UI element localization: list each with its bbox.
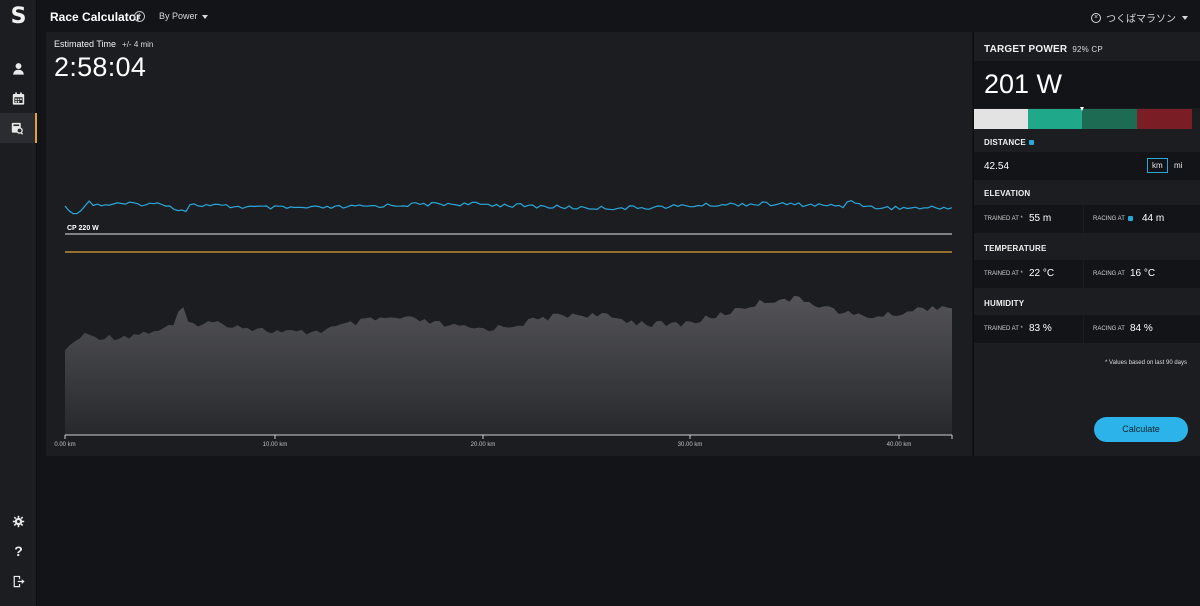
humidity-trained-value: 83 % (1029, 323, 1052, 334)
distance-value: 42.54 (984, 161, 1010, 172)
elevation-racing-label-text: RACING AT (1093, 216, 1125, 223)
race-settings-panel: TARGET POWER 92% CP 201 W DISTANCE 42.54 … (973, 32, 1200, 456)
humidity-racing-field[interactable]: RACING AT 84 % (1084, 315, 1200, 343)
distance-field[interactable]: 42.54 km mi (974, 152, 1200, 180)
nav-profile[interactable] (0, 53, 37, 83)
course-chart-panel: CP 220 W 0.00 km 10.00 km 20.00 km 30.00 km 4… (46, 32, 972, 456)
calculator-search-icon (11, 122, 24, 135)
cp-label: CP 220 W (67, 225, 99, 232)
gear-icon (12, 515, 25, 527)
estimated-time-range: +/- 4 min (122, 40, 154, 49)
x-axis-tick-label: 30.00 km (678, 442, 703, 448)
distance-heading: DISTANCE (984, 138, 1034, 147)
power-zone-1 (974, 109, 1028, 129)
distance-heading-text: DISTANCE (984, 138, 1026, 147)
power-zone-4 (1137, 109, 1192, 129)
target-power-value: 201 W (984, 69, 1063, 99)
nav-race-calculator[interactable] (0, 113, 37, 143)
x-axis-tick-label: 10.00 km (263, 442, 288, 448)
elevation-trained-field[interactable]: TRAINED AT * 55 m (974, 205, 1083, 233)
mode-dropdown-label: By Power (159, 11, 198, 21)
elevation-racing-value: 44 m (1142, 213, 1165, 224)
chevron-down-icon (1182, 15, 1188, 20)
target-power-heading-text: TARGET POWER (984, 44, 1068, 55)
temperature-trained-value: 22 °C (1029, 268, 1055, 279)
calendar-icon (12, 91, 25, 105)
target-power-heading: TARGET POWER 92% CP (984, 44, 1103, 55)
target-power-percent: 92% CP (1072, 45, 1103, 54)
power-zone-bar[interactable] (974, 109, 1192, 129)
elevation-racing-field[interactable]: RACING AT 44 m (1084, 205, 1200, 233)
logout-icon (13, 575, 25, 587)
humidity-trained-label: TRAINED AT * (984, 326, 1023, 332)
lock-icon (1127, 216, 1133, 221)
chevron-down-icon (201, 14, 208, 19)
temperature-heading: TEMPERATURE (984, 244, 1047, 253)
nav-logout[interactable] (0, 566, 37, 596)
humidity-racing-label: RACING AT (1093, 326, 1125, 332)
app-logo[interactable]: S (0, 4, 37, 32)
race-dropdown-label: つくばマラソン (1106, 14, 1176, 25)
x-axis-tick-label: 40.00 km (887, 442, 912, 448)
temperature-trained-field[interactable]: TRAINED AT * 22 °C (974, 260, 1083, 288)
x-axis-tick-label: 0.00 km (54, 442, 75, 448)
zone-marker-icon (1080, 107, 1084, 111)
power-zone-2 (1028, 109, 1082, 129)
temperature-racing-label: RACING AT (1093, 271, 1125, 277)
calculate-button[interactable]: Calculate (1094, 417, 1188, 442)
footnote: * Values based on last 90 days (1105, 360, 1187, 366)
elevation-heading: ELEVATION (984, 189, 1031, 198)
unit-km-button[interactable]: km (1147, 158, 1168, 173)
humidity-trained-field[interactable]: TRAINED AT * 83 % (974, 315, 1083, 343)
user-icon (13, 62, 24, 75)
estimated-time-label: Estimated Time +/- 4 min (54, 39, 153, 49)
temperature-racing-value: 16 °C (1130, 268, 1156, 279)
elevation-racing-label: RACING AT (1093, 216, 1133, 222)
nav-calendar[interactable] (0, 83, 37, 113)
mode-dropdown[interactable]: By Power (159, 11, 208, 21)
elevation-trained-value: 55 m (1029, 213, 1052, 224)
help-icon: ? (14, 543, 23, 559)
estimated-time-value: 2:58:04 (54, 52, 147, 82)
nav-settings[interactable] (0, 506, 37, 536)
nav-help[interactable]: ? (0, 536, 37, 566)
app: S ? Race Calculator i By Power × つくばマラソン … (0, 0, 1200, 606)
power-series-line (64, 199, 953, 215)
elevation-area (65, 295, 952, 435)
target-power-box: 201 W (974, 61, 1200, 108)
humidity-racing-value: 84 % (1130, 323, 1153, 334)
course-chart[interactable]: CP 220 W 0.00 km 10.00 km 20.00 km 30.00 km 4… (46, 32, 972, 456)
estimated-time-label-text: Estimated Time (54, 39, 117, 49)
info-icon[interactable]: i (134, 11, 145, 22)
x-axis-tick-label: 20.00 km (471, 442, 496, 448)
race-dropdown[interactable]: × つくばマラソン (1091, 10, 1188, 25)
humidity-heading: HUMIDITY (984, 299, 1025, 308)
sidebar: S ? (0, 0, 37, 606)
temperature-trained-label: TRAINED AT * (984, 271, 1023, 277)
lock-icon (1028, 140, 1034, 146)
page-title: Race Calculator (50, 10, 141, 24)
top-bar: Race Calculator i By Power × つくばマラソン (38, 0, 1200, 32)
clear-icon[interactable]: × (1091, 12, 1101, 23)
unit-mi-button[interactable]: mi (1174, 161, 1182, 170)
elevation-trained-label: TRAINED AT * (984, 216, 1023, 222)
power-zone-3 (1082, 109, 1137, 129)
temperature-racing-field[interactable]: RACING AT 16 °C (1084, 260, 1200, 288)
